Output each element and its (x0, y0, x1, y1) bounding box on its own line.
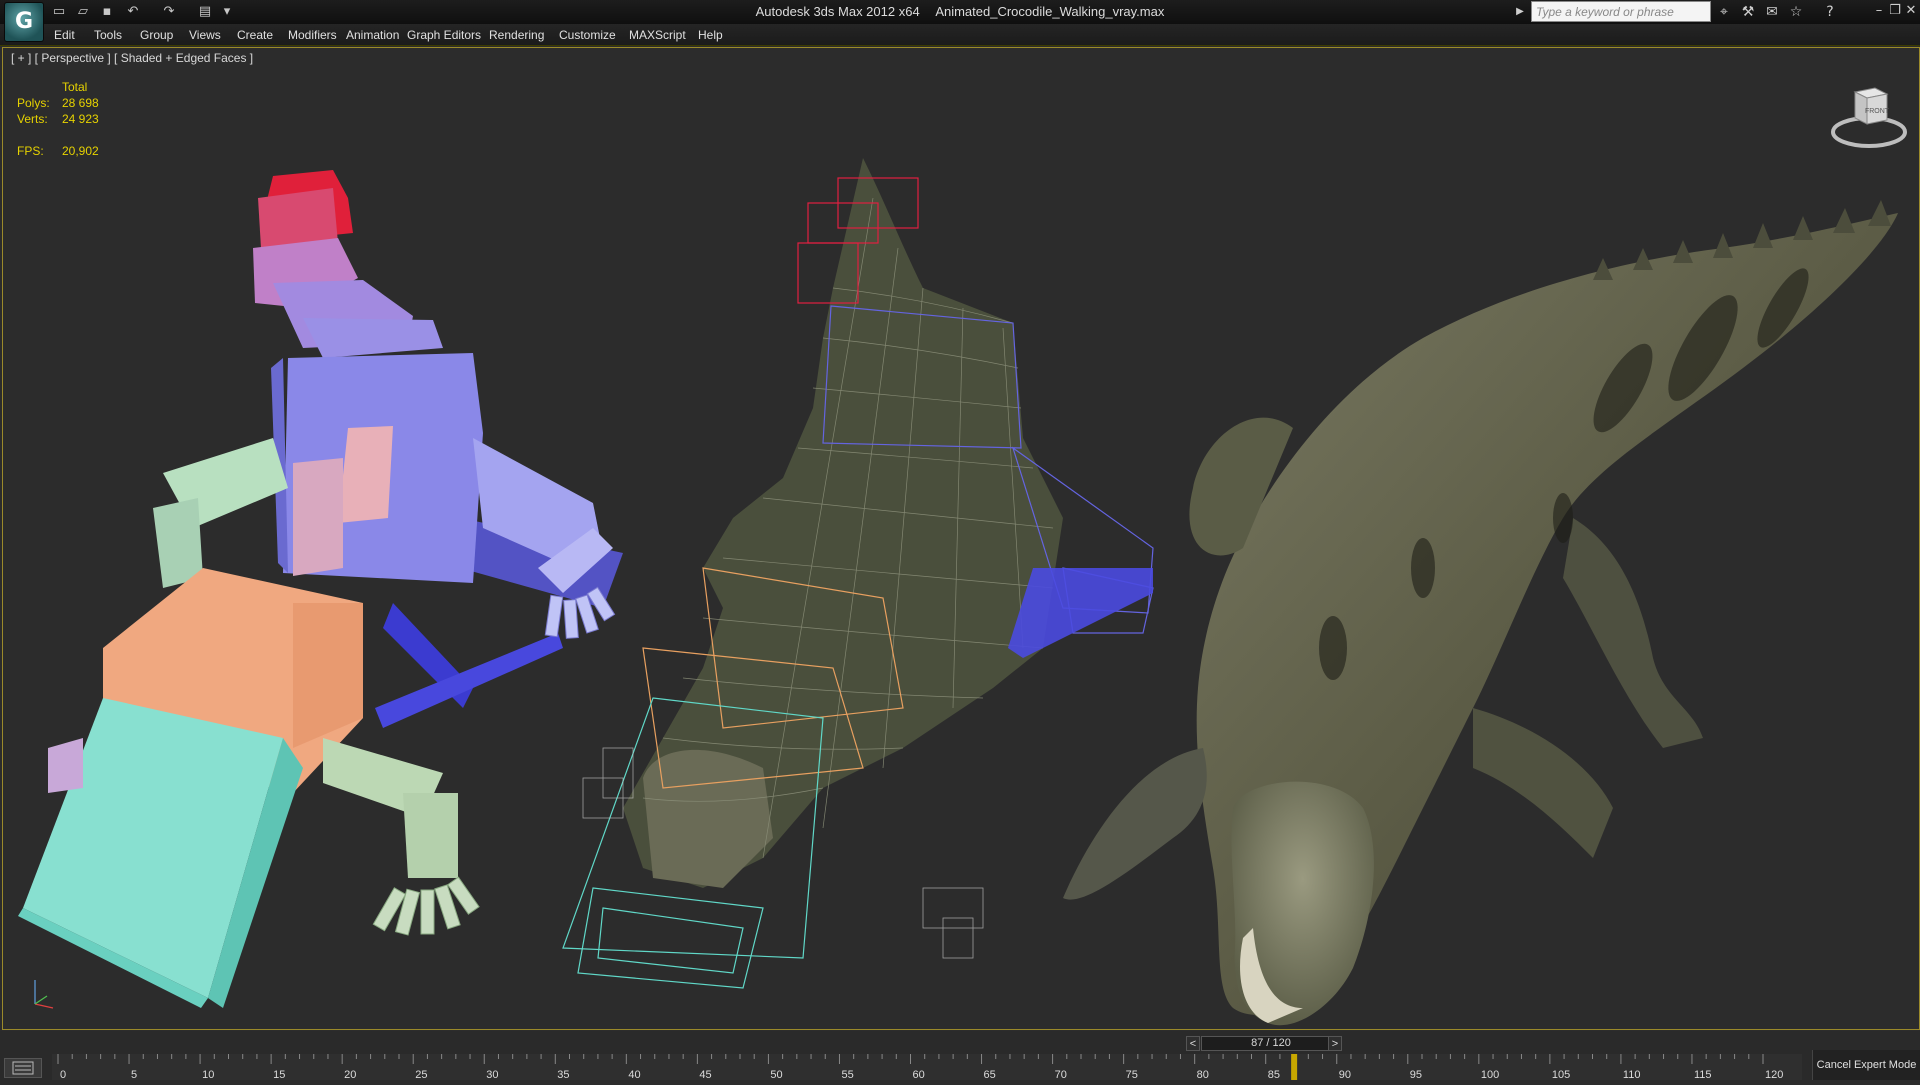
textured-crocodile[interactable] (1063, 200, 1898, 1026)
ruler-tick-label: 95 (1410, 1069, 1422, 1080)
wireframe-crocodile[interactable] (562, 158, 1154, 989)
perspective-viewport[interactable]: [ + ] [ Perspective ] [ Shaded + Edged F… (2, 47, 1920, 1030)
track-bar[interactable]: 0 5 10 15 20 25 30 35 40 45 50 55 60 65 70 75 80 85 90 95 10… (0, 1054, 1920, 1081)
minimize-icon[interactable]: – (1872, 2, 1886, 20)
file-name: Animated_Crocodile_Walking_vray.max (935, 4, 1165, 19)
viewcube-front-label: FRONT (1865, 108, 1890, 115)
time-slider-prev-button[interactable]: < (1186, 1036, 1200, 1051)
ruler-tick-label: 105 (1552, 1069, 1570, 1080)
menu-modifiers[interactable]: Modifiers (288, 28, 337, 42)
polys-label: Polys: (17, 96, 50, 110)
menu-bar: Edit Tools Group Views Create Modifiers … (0, 24, 1920, 46)
polys-value: 28 698 (62, 96, 99, 110)
ruler-tick-label: 30 (486, 1069, 498, 1080)
ruler-tick-label: 25 (415, 1069, 427, 1080)
ruler-tick-label: 90 (1339, 1069, 1351, 1080)
menu-maxscript[interactable]: MAXScript (629, 28, 686, 42)
ruler-tick-label: 40 (628, 1069, 640, 1080)
verts-label: Verts: (17, 112, 48, 126)
verts-value: 24 923 (62, 112, 99, 126)
fps-value: 20,902 (62, 144, 99, 158)
menu-create[interactable]: Create (237, 28, 273, 42)
open-mini-curve-editor-button[interactable] (4, 1058, 42, 1078)
ruler-tick-label: 15 (273, 1069, 285, 1080)
menu-tools[interactable]: Tools (94, 28, 122, 42)
ruler-ticks: 0 5 10 15 20 25 30 35 40 45 50 55 60 65 70 75 80 85 90 95 10… (57, 1054, 1783, 1081)
viewcube-icon[interactable]: FRONT (1829, 80, 1909, 150)
menu-customize[interactable]: Customize (559, 28, 616, 42)
ruler-tick-label: 120 (1765, 1069, 1783, 1080)
cancel-expert-mode-button[interactable]: Cancel Expert Mode (1812, 1050, 1920, 1080)
axis-tripod-icon (34, 980, 54, 1009)
ruler-tick-label: 115 (1694, 1069, 1712, 1080)
frame-ruler[interactable]: 0 5 10 15 20 25 30 35 40 45 50 55 60 65 70 75 80 85 90 95 10… (52, 1054, 1802, 1081)
ruler-tick-label: 45 (699, 1069, 711, 1080)
close-icon[interactable]: ✕ (1904, 2, 1918, 20)
communication-center-icon[interactable]: ✉ (1762, 2, 1782, 22)
favorites-star-icon[interactable]: ☆ (1786, 2, 1806, 22)
search-expand-icon[interactable]: ▶ (1510, 2, 1530, 22)
timeline-panel: < 87 / 120 > 0 5 10 15 20 25 30 35 40 45 50 55 60 65 7… (0, 1031, 1920, 1081)
stats-header: Total (62, 80, 88, 94)
ruler-tick-label: 70 (1055, 1069, 1067, 1080)
menu-rendering[interactable]: Rendering (489, 28, 544, 42)
menu-views[interactable]: Views (189, 28, 221, 42)
ruler-tick-label: 80 (1197, 1069, 1209, 1080)
current-frame-marker[interactable] (1291, 1054, 1298, 1080)
curve-editor-icon (12, 1061, 34, 1075)
ruler-tick-label: 60 (913, 1069, 925, 1080)
ruler-tick-label: 65 (984, 1069, 996, 1080)
biped-rig[interactable] (18, 170, 623, 1008)
ruler-tick-label: 35 (557, 1069, 569, 1080)
menu-group[interactable]: Group (140, 28, 173, 42)
viewport-scene (18, 158, 1898, 1026)
subscription-icon[interactable]: ⚒ (1738, 2, 1758, 22)
ruler-tick-label: 55 (841, 1069, 853, 1080)
restore-icon[interactable]: ❐ (1888, 2, 1902, 20)
ruler-tick-label: 20 (344, 1069, 356, 1080)
ruler-tick-label: 75 (1126, 1069, 1138, 1080)
ruler-tick-label: 85 (1268, 1069, 1280, 1080)
ruler-tick-label: 5 (131, 1069, 137, 1080)
ruler-tick-label: 0 (60, 1069, 66, 1080)
ruler-tick-label: 10 (202, 1069, 214, 1080)
menu-animation[interactable]: Animation (346, 28, 399, 42)
search-input[interactable]: Type a keyword or phrase (1531, 1, 1711, 22)
menu-edit[interactable]: Edit (54, 28, 75, 42)
ruler-tick-label: 110 (1623, 1069, 1641, 1080)
help-icon[interactable]: ? (1820, 2, 1840, 22)
viewport-label[interactable]: [ + ] [ Perspective ] [ Shaded + Edged F… (11, 51, 253, 65)
ruler-tick-label: 100 (1481, 1069, 1499, 1080)
ruler-tick-label: 50 (770, 1069, 782, 1080)
menu-help[interactable]: Help (698, 28, 723, 42)
binoculars-icon[interactable]: ⌖ (1714, 2, 1734, 22)
menu-graph-editors[interactable]: Graph Editors (407, 28, 481, 42)
fps-label: FPS: (17, 144, 44, 158)
title-bar: G ▭ ▱ ▪ ↶ ↷ ▤ ▾ Autodesk 3ds Max 2012 x6… (0, 0, 1920, 42)
app-name: Autodesk 3ds Max 2012 x64 (755, 4, 920, 19)
time-slider[interactable]: 87 / 120 (1201, 1036, 1341, 1051)
app-logo-icon[interactable]: G (4, 2, 44, 42)
time-slider-next-button[interactable]: > (1328, 1036, 1342, 1051)
